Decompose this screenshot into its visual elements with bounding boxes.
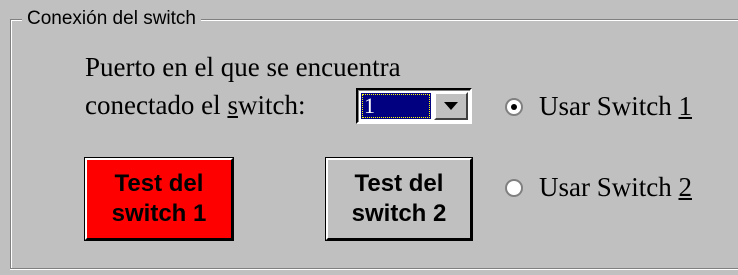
test-switch-1-button[interactable]: Test del switch 1 bbox=[84, 157, 234, 241]
radio-label-mnemonic: 1 bbox=[678, 91, 692, 121]
radio-label-switch-2: Usar Switch 2 bbox=[539, 172, 692, 203]
test-switch-2-label-line2: switch 2 bbox=[351, 200, 447, 227]
chevron-down-icon bbox=[444, 102, 458, 110]
radio-label-text: Usar Switch bbox=[539, 172, 679, 202]
radio-button-unchecked[interactable] bbox=[505, 178, 523, 197]
group-title: Conexión del switch bbox=[22, 8, 201, 30]
radio-button-checked[interactable] bbox=[505, 97, 523, 116]
port-select[interactable]: 1 bbox=[356, 88, 472, 124]
radio-label-switch-1: Usar Switch 1 bbox=[539, 91, 692, 122]
test-switch-2-label-line1: Test del bbox=[354, 170, 444, 197]
radio-label-mnemonic: 2 bbox=[678, 172, 692, 202]
test-switch-1-label-line2: switch 1 bbox=[111, 200, 207, 227]
port-prompt-line2: conectado el switch: bbox=[85, 90, 305, 121]
test-switch-2-button[interactable]: Test del switch 2 bbox=[325, 157, 473, 241]
port-prompt-line1: Puerto en el que se encuentra bbox=[85, 52, 401, 82]
radio-label-text: Usar Switch bbox=[539, 91, 679, 121]
test-switch-1-label-line1: Test del bbox=[114, 170, 204, 197]
radio-use-switch-2[interactable]: Usar Switch 2 bbox=[505, 172, 692, 203]
radio-use-switch-1[interactable]: Usar Switch 1 bbox=[505, 91, 692, 122]
port-select-value[interactable]: 1 bbox=[361, 93, 431, 119]
port-prompt-text: conectado el bbox=[85, 90, 228, 120]
port-select-dropdown-button[interactable] bbox=[434, 92, 468, 120]
port-prompt-mnemonic: s bbox=[227, 90, 238, 120]
port-prompt-text-end: witch: bbox=[237, 90, 306, 120]
